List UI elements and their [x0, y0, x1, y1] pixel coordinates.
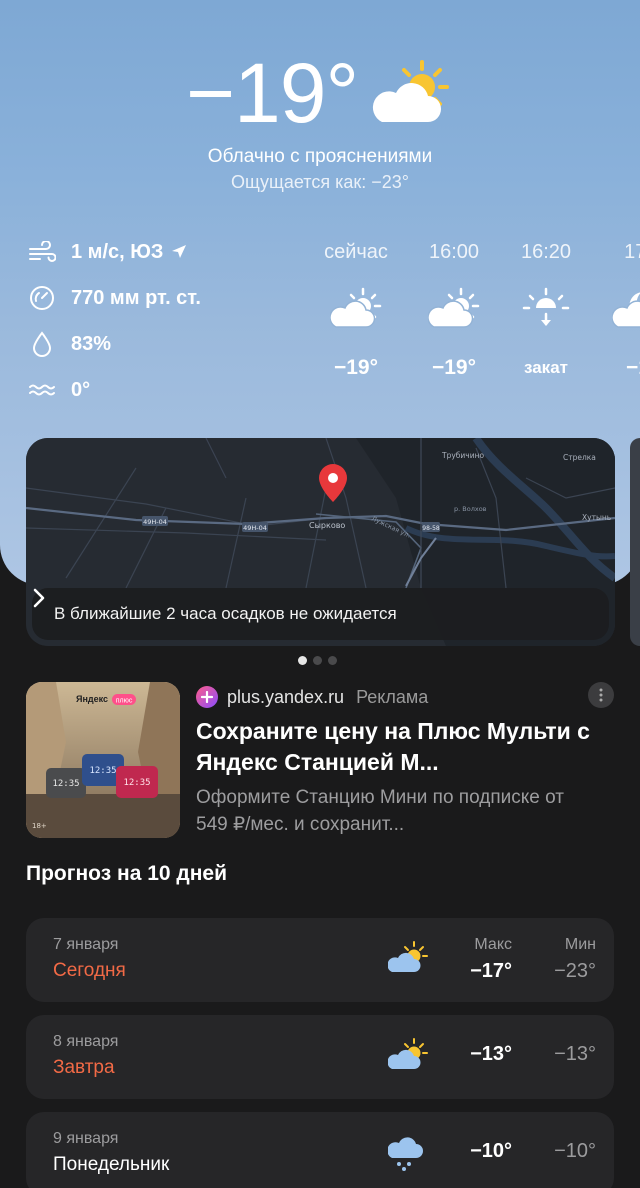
- day-date: 7 января: [53, 936, 119, 953]
- humidity-detail: 83%: [26, 328, 306, 360]
- ad-age-label: 18+: [32, 822, 47, 830]
- hour-temperature: −1: [626, 356, 640, 379]
- pressure-icon: [26, 282, 58, 314]
- pressure-value: 770 мм рт. ст.: [71, 286, 201, 309]
- partly-cloudy-icon: [388, 941, 428, 972]
- map-label-place: Стрелка: [563, 453, 596, 462]
- pagination-dot-active: [298, 656, 307, 665]
- ad-source: plus.yandex.ru Реклама: [196, 685, 428, 709]
- hour-time: сейчас: [324, 241, 388, 263]
- map-label-place: Трубичино: [441, 451, 484, 460]
- partly-cloudy-icon: [388, 1038, 428, 1069]
- pagination-dot: [328, 656, 337, 665]
- day-min-temperature: −13°: [554, 1043, 596, 1065]
- current-temperature-row: −19°: [0, 48, 640, 138]
- feels-like: Ощущается как: −23°: [231, 172, 409, 192]
- ad-label: Реклама: [356, 686, 429, 707]
- min-column-header: Мин: [564, 936, 596, 953]
- partly-cloudy-icon: [428, 287, 480, 328]
- forecast-day-row[interactable]: 7 января Сегодня Макс Мин −17° −23°: [26, 918, 614, 1002]
- map-label-place: Хутынь: [582, 513, 611, 522]
- pagination-dot: [313, 656, 322, 665]
- wind-detail: 1 м/с, ЮЗ: [26, 236, 306, 268]
- ad-image-badge: плюс: [116, 698, 133, 705]
- water-temperature-detail: 0°: [26, 374, 306, 406]
- ad-image[interactable]: Яндекс плюс 12:35 12:35 12:35 18+: [26, 682, 180, 838]
- day-min-temperature: −23°: [554, 960, 596, 982]
- carousel-pagination: [298, 656, 337, 665]
- water-temperature-value: 0°: [71, 378, 91, 401]
- hour-temperature: −19°: [431, 356, 477, 379]
- day-max-temperature: −10°: [470, 1140, 512, 1162]
- forecast-day-row[interactable]: 8 января Завтра −13° −13°: [26, 1015, 614, 1099]
- map-label-road: 49Н-04: [243, 524, 267, 532]
- hour-item: 17: −1: [592, 236, 640, 388]
- forecast-day-row[interactable]: 9 января Понедельник −10° −10°: [26, 1112, 614, 1188]
- plus-logo-icon: [196, 686, 218, 708]
- chevron-right-icon: [33, 588, 609, 640]
- hour-item: 16:20 закат: [500, 236, 592, 388]
- hour-time: 16:20: [520, 241, 572, 263]
- sunset-icon: [522, 287, 570, 326]
- hour-temperature: −19°: [333, 356, 379, 379]
- ad-image-clock: 12:35: [123, 778, 150, 788]
- ad-image-clock: 12:35: [52, 779, 79, 789]
- wind-icon: [26, 236, 58, 268]
- ad-image-clock: 12:35: [89, 766, 116, 776]
- max-column-header: Макс: [474, 936, 512, 953]
- map-label-river: р. Волхов: [454, 505, 487, 513]
- ad-domain[interactable]: plus.yandex.ru: [227, 687, 344, 708]
- day-min-temperature: −10°: [554, 1140, 596, 1162]
- day-name: Завтра: [53, 1057, 115, 1078]
- more-options-icon[interactable]: [588, 682, 614, 708]
- current-temperature: −19°: [186, 46, 359, 140]
- forecast-title: Прогноз на 10 дней: [26, 862, 227, 885]
- moon-icon: [612, 292, 640, 328]
- humidity-value: 83%: [71, 332, 112, 355]
- day-max-temperature: −17°: [470, 960, 512, 982]
- day-date: 9 января: [53, 1130, 119, 1147]
- hour-temperature: закат: [524, 358, 568, 377]
- precipitation-forecast-bar[interactable]: В ближайшие 2 часа осадков не ожидается: [32, 588, 609, 640]
- ad-block[interactable]: Яндекс плюс 12:35 12:35 12:35 18+ plus.y…: [26, 682, 616, 842]
- hour-time: 17:: [624, 241, 640, 263]
- ad-image-brand: Яндекс: [76, 694, 108, 704]
- map-label-road: 49Н-04: [143, 518, 167, 526]
- map-label-road: 98-58: [422, 525, 440, 532]
- weather-condition: Облачно с прояснениями: [207, 146, 433, 167]
- hour-time: 16:00: [428, 241, 480, 263]
- hour-item: сейчас −19°: [310, 236, 402, 388]
- next-card-peek[interactable]: [630, 438, 640, 646]
- precipitation-text: В ближайшие 2 часа осадков не ожидается: [54, 604, 397, 623]
- wind-direction-icon: [172, 245, 187, 258]
- wind-value: 1 м/с, ЮЗ: [71, 240, 164, 263]
- partly-cloudy-icon: [372, 60, 449, 122]
- day-name: Сегодня: [53, 960, 126, 981]
- day-name: Понедельник: [53, 1154, 170, 1175]
- day-max-temperature: −13°: [470, 1043, 512, 1065]
- pressure-detail: 770 мм рт. ст.: [26, 282, 306, 314]
- hourly-forecast[interactable]: сейчас −19° 16:00 −19° 16:20 закат 17: −…: [310, 236, 640, 416]
- map-label-town: Сырково: [309, 521, 345, 530]
- humidity-icon: [26, 328, 58, 360]
- precipitation-map-card[interactable]: 49Н-04 49Н-04 98-58 Сырково Лужская ул. …: [26, 438, 615, 646]
- partly-cloudy-icon: [330, 287, 382, 328]
- snow-icon: [388, 1137, 423, 1171]
- ad-description: Оформите Станцию Мини по подписке от 549…: [196, 787, 564, 835]
- day-date: 8 января: [53, 1033, 119, 1050]
- hour-item: 16:00 −19°: [408, 236, 500, 388]
- ad-title[interactable]: Сохраните цену на Плюс Мульти с Яндекс С…: [196, 716, 596, 778]
- water-icon: [26, 374, 58, 406]
